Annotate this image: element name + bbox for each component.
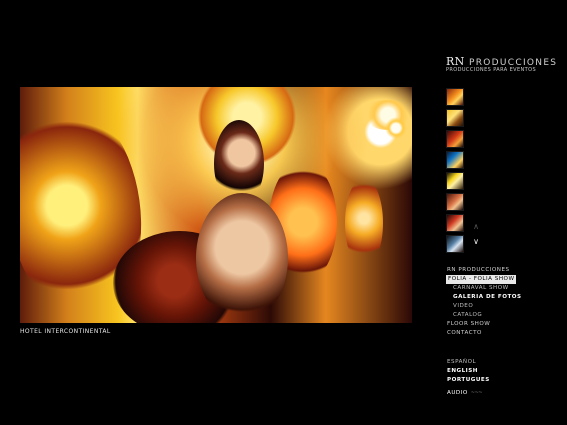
language-english[interactable]: ENGLISH [447,367,517,376]
nav-contacto[interactable]: CONTACTO [447,329,557,338]
thumbnail-image[interactable] [446,109,464,127]
scroll-down-icon[interactable]: ∨ [471,238,481,246]
audio-wave-icon: ~~~ [470,390,483,396]
thumbnail-image[interactable] [446,88,464,106]
dancer-body [196,193,288,323]
dancer-head [214,120,264,207]
language-selector: ESPAÑOL ENGLISH PORTUGUES [447,358,517,385]
stage-light-glow [385,117,407,139]
audio-label: AUDIO [447,390,468,396]
thumbnail-image[interactable] [446,172,464,190]
language-espanol[interactable]: ESPAÑOL [447,358,517,367]
nav-video[interactable]: VIDEO [447,302,557,311]
main-navigation: RN PRODUCCIONES FOLIA - FOLIA SHOW CARNA… [446,266,557,338]
orange-plume [345,178,383,268]
nav-rn-producciones[interactable]: RN PRODUCCIONES [447,266,557,275]
thumbnail-image[interactable] [446,214,464,232]
audio-toggle[interactable]: AUDIO ~~~ [447,390,483,396]
thumbnail-image[interactable] [446,130,464,148]
scroll-up-icon[interactable]: ∧ [471,223,481,231]
thumbnail-strip [446,88,464,256]
nav-galeria-de-fotos[interactable]: GALERIA DE FOTOS [447,293,557,302]
carnival-dancer-photo [20,87,412,323]
thumbnail-image[interactable] [446,151,464,169]
nav-carnaval-show[interactable]: CARNAVAL SHOW [447,284,557,293]
thumbnail-image[interactable] [446,193,464,211]
thumbnail-image[interactable] [446,235,464,253]
brand-subtitle: PRODUCCIONES PARA EVENTOS [446,67,537,73]
nav-folia-show[interactable]: FOLIA - FOLIA SHOW [446,275,517,284]
photo-caption: HOTEL INTERCONTINENTAL [20,328,111,335]
nav-floor-show[interactable]: FLOOR SHOW [447,320,557,329]
language-portugues[interactable]: PORTUGUES [447,376,517,385]
nav-catalog[interactable]: CATALOG [447,311,557,320]
